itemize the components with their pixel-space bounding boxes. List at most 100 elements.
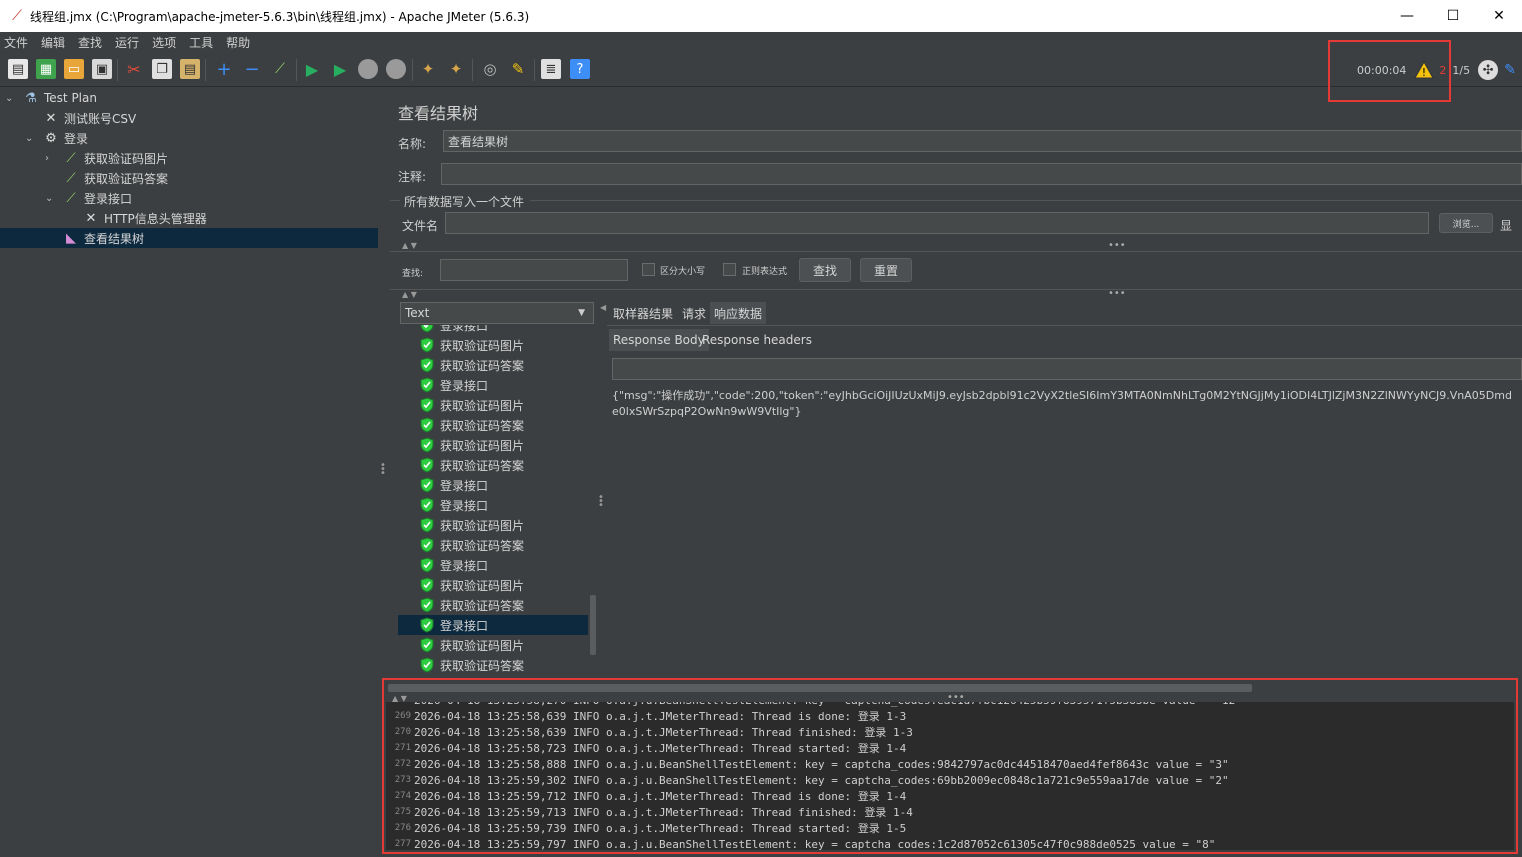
result-item[interactable]: 获取验证码答案 — [398, 355, 588, 375]
success-shield-icon — [420, 377, 434, 393]
minimize-button[interactable]: — — [1384, 0, 1430, 32]
maximize-button[interactable]: ☐ — [1430, 0, 1476, 32]
paste-icon[interactable]: ▤ — [180, 59, 200, 79]
reset-search-icon[interactable]: ✎ — [508, 59, 528, 79]
success-shield-icon — [420, 437, 434, 453]
open-icon[interactable]: ▭ — [64, 59, 84, 79]
log-line-text: 2026-04-18 13:25:59,797 INFO o.a.j.u.Bea… — [414, 837, 1216, 851]
search-field[interactable] — [440, 259, 628, 281]
close-button[interactable]: ✕ — [1476, 0, 1522, 32]
tree-item-captcha-image[interactable]: › ⟋ 获取验证码图片 — [0, 148, 378, 168]
renderer-select[interactable]: Text ▼ — [400, 302, 594, 324]
comment-field[interactable] — [441, 163, 1522, 185]
tree-item-csv[interactable]: ✕ 测试账号CSV — [0, 108, 378, 128]
response-search-field[interactable] — [612, 358, 1522, 380]
tab-response-body[interactable]: Response Body — [609, 329, 709, 351]
tree-item-header-manager[interactable]: ✕ HTTP信息头管理器 — [0, 208, 378, 228]
menu-run[interactable]: 运行 — [115, 34, 139, 51]
toolbar: ▤ ▦ ▭ ▣ ✂ ❐ ▤ + − ⟋ ▶ ▶ ✦ ✦ ◎ ✎ ≣ ? 00:0… — [0, 53, 1522, 87]
result-item[interactable]: 获取验证码图片 — [398, 435, 588, 455]
result-item[interactable]: 获取验证码答案 — [398, 415, 588, 435]
result-item[interactable]: 获取验证码答案 — [398, 455, 588, 475]
log-line-number: 274 — [394, 791, 411, 801]
log-line-text: 2026-04-18 13:25:59,712 INFO o.a.j.t.JMe… — [414, 790, 907, 803]
collapse-arrows[interactable]: ▲ ▼ — [402, 241, 417, 250]
log-output[interactable]: 2682026-04-18 13:25:58,270 INFO o.a.j.u.… — [386, 702, 1514, 850]
filename-field[interactable] — [445, 212, 1429, 234]
split-handle[interactable]: ••• — [1108, 240, 1126, 251]
result-item[interactable]: 获取验证码图片 — [398, 515, 588, 535]
stop-icon[interactable] — [358, 59, 378, 79]
menu-search[interactable]: 查找 — [78, 34, 102, 51]
function-helper-icon[interactable]: ≣ — [541, 59, 561, 79]
start-icon[interactable]: ▶ — [302, 59, 322, 79]
cut-icon[interactable]: ✂ — [124, 59, 144, 79]
tools-icon: ✕ — [85, 210, 97, 226]
display-label: 显 — [1500, 219, 1513, 233]
split-divider[interactable]: • • • — [378, 88, 386, 676]
clear-icon[interactable]: ✦ — [418, 59, 438, 79]
menu-help[interactable]: 帮助 — [226, 34, 250, 51]
start-no-pause-icon[interactable]: ▶ — [330, 59, 350, 79]
menu-tools[interactable]: 工具 — [189, 34, 213, 51]
result-item[interactable]: 登录接口 — [398, 475, 588, 495]
regex-checkbox[interactable] — [723, 263, 736, 276]
success-shield-icon — [420, 417, 434, 433]
result-item[interactable]: 获取验证码图片 — [398, 635, 588, 655]
expand-icon[interactable]: + — [214, 59, 234, 80]
log-horizontal-scrollbar[interactable] — [388, 684, 1252, 692]
result-item[interactable]: 登录接口 — [398, 375, 588, 395]
result-item[interactable]: 登录接口 — [398, 495, 588, 515]
log-viewer-icon[interactable]: ✎ — [1504, 62, 1516, 78]
shutdown-icon[interactable] — [386, 59, 406, 79]
collapse-left-icon[interactable]: ◀ — [600, 303, 606, 312]
result-item-label: 获取验证码答案 — [440, 358, 525, 373]
collapse-arrows-2[interactable]: ▲ ▼ — [402, 290, 417, 299]
result-item[interactable]: 获取验证码图片 — [398, 575, 588, 595]
tree-item-test-plan[interactable]: ⌄ ⚗ Test Plan — [0, 88, 378, 108]
clear-all-icon[interactable]: ✦ — [446, 59, 466, 79]
tree-item-captcha-answer[interactable]: ⟋ 获取验证码答案 — [0, 168, 378, 188]
menu-edit[interactable]: 编辑 — [41, 34, 65, 51]
result-item[interactable]: 获取验证码答案 — [398, 535, 588, 555]
tab-request[interactable]: 请求 — [678, 302, 710, 324]
tab-sampler-result[interactable]: 取样器结果 — [609, 302, 677, 324]
tree-item-login-group[interactable]: ⌄ ⚙ 登录 — [0, 128, 378, 148]
templates-icon[interactable]: ▦ — [36, 59, 56, 79]
browse-button[interactable]: 浏览... — [1439, 213, 1493, 233]
active-threads: 1/5 — [1452, 63, 1471, 77]
result-item[interactable]: 登录接口 — [398, 555, 588, 575]
result-item[interactable]: 登录接口 — [398, 615, 588, 635]
results-scrollbar[interactable] — [590, 595, 596, 655]
results-list: 登录接口 获取验证码图片 获取验证码答案 登录接口 获取验证码图片 获取验证码答案 获取验证… — [398, 325, 596, 678]
tree-item-login-api[interactable]: ⌄ ⟋ 登录接口 — [0, 188, 378, 208]
result-item[interactable]: 获取验证码图片 — [398, 395, 588, 415]
case-sensitive-checkbox[interactable] — [642, 263, 655, 276]
save-icon[interactable]: ▣ — [92, 59, 112, 79]
copy-icon[interactable]: ❐ — [152, 59, 172, 79]
result-item[interactable]: 获取验证码图片 — [398, 335, 588, 355]
menu-options[interactable]: 选项 — [152, 34, 176, 51]
tree-item-result-tree[interactable]: ◣ 查看结果树 — [0, 228, 378, 248]
toggle-icon[interactable]: ⟋ — [270, 59, 290, 79]
name-field[interactable]: 查看结果树 — [443, 130, 1522, 152]
menu-file[interactable]: 文件 — [4, 34, 28, 51]
results-split[interactable]: • • • — [598, 306, 604, 678]
log-line: 273 2026-04-18 13:25:59,302 INFO o.a.j.u.… — [386, 772, 1229, 788]
tab-response-data[interactable]: 响应数据 — [710, 302, 767, 324]
split-handle-2[interactable]: ••• — [1108, 288, 1126, 299]
tab-response-headers[interactable]: Response headers — [698, 329, 816, 351]
success-shield-icon — [420, 457, 434, 473]
result-item[interactable]: 获取验证码答案 — [398, 655, 588, 675]
result-item[interactable]: 获取验证码答案 — [398, 595, 588, 615]
find-button[interactable]: 查找 — [799, 258, 851, 282]
collapse-icon[interactable]: − — [242, 59, 262, 80]
new-icon[interactable]: ▤ — [8, 59, 28, 79]
result-item[interactable]: 登录接口 — [398, 325, 588, 335]
jmeter-feather-icon: ⟋ — [12, 8, 22, 24]
help-icon[interactable]: ? — [570, 59, 590, 79]
reset-button[interactable]: 重置 — [860, 258, 912, 282]
page-title: 查看结果树 — [398, 104, 479, 123]
search-icon[interactable]: ◎ — [480, 59, 500, 79]
remote-icon[interactable]: ✣ — [1478, 60, 1499, 80]
